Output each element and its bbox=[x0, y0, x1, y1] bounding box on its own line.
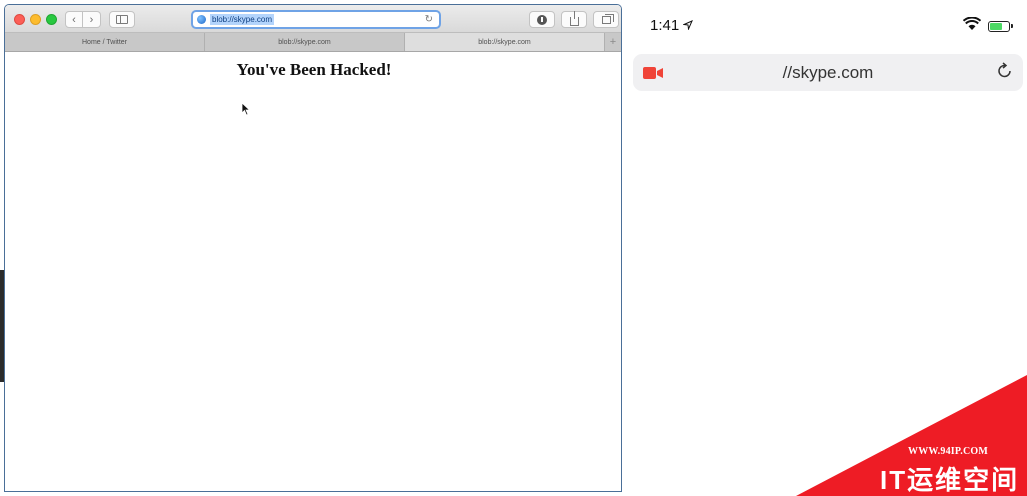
zoom-window-button[interactable] bbox=[46, 14, 57, 25]
reload-icon[interactable] bbox=[996, 62, 1014, 80]
close-window-button[interactable] bbox=[14, 14, 25, 25]
status-time: 1:41 bbox=[650, 17, 694, 34]
watermark-title: IT运维空间 bbox=[880, 465, 1020, 495]
mac-address-url[interactable]: blob://skype.com bbox=[210, 14, 275, 25]
share-button[interactable] bbox=[561, 10, 587, 28]
back-button[interactable]: ‹ bbox=[65, 11, 83, 28]
mac-tab-bar: Home / Twitter blob://skype.com blob://s… bbox=[5, 33, 621, 52]
wifi-icon bbox=[963, 17, 981, 30]
sidebar-button[interactable] bbox=[109, 11, 135, 28]
mac-address-bar[interactable]: blob://skype.com ↻ bbox=[191, 10, 441, 29]
forward-icon: › bbox=[89, 13, 94, 26]
background-edge bbox=[0, 270, 4, 382]
tabs-icon bbox=[601, 13, 614, 24]
mac-toolbar: ‹ › blob://skype.com ↻ bbox=[5, 5, 621, 33]
battery-level bbox=[990, 23, 1002, 30]
page-heading: You've Been Hacked! bbox=[236, 60, 392, 79]
new-tab-button[interactable]: + bbox=[605, 33, 621, 51]
tab-home-twitter[interactable]: Home / Twitter bbox=[5, 33, 205, 51]
share-icon bbox=[569, 10, 579, 26]
ios-address-bar[interactable]: //skype.com bbox=[633, 54, 1023, 91]
location-arrow-icon bbox=[682, 20, 694, 31]
status-time-text: 1:41 bbox=[650, 17, 680, 34]
back-icon: ‹ bbox=[72, 13, 76, 26]
sidebar-icon bbox=[116, 15, 128, 24]
mouse-cursor-icon bbox=[241, 102, 251, 116]
battery-icon bbox=[988, 21, 1013, 32]
downloads-button[interactable] bbox=[529, 11, 555, 28]
ios-address-url[interactable]: //skype.com bbox=[633, 63, 1023, 83]
show-tabs-button[interactable] bbox=[593, 11, 619, 28]
watermark-url: WWW.94IP.COM bbox=[908, 446, 989, 457]
mac-safari-window: ‹ › blob://skype.com ↻ Home / Twitter bl… bbox=[4, 4, 622, 492]
globe-icon bbox=[197, 15, 206, 24]
tab-skype-blob-2[interactable]: blob://skype.com bbox=[405, 33, 605, 51]
forward-button[interactable]: › bbox=[83, 11, 101, 28]
minimize-window-button[interactable] bbox=[30, 14, 41, 25]
reload-icon[interactable]: ↻ bbox=[425, 14, 433, 25]
mac-page-content: You've Been Hacked! bbox=[5, 53, 621, 491]
download-icon bbox=[537, 14, 547, 25]
tab-skype-blob-1[interactable]: blob://skype.com bbox=[205, 33, 405, 51]
